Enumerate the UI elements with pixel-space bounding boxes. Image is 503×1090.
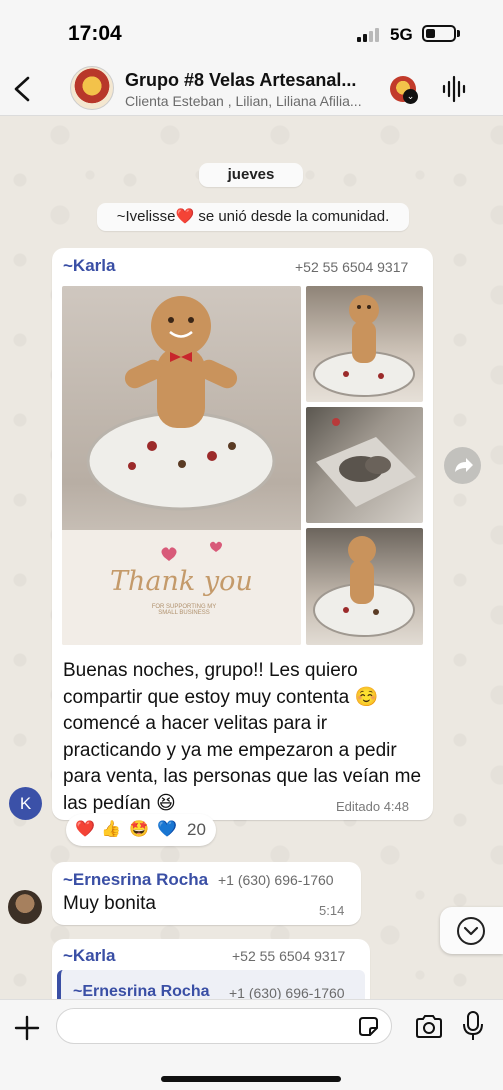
reaction-heart: ❤️ <box>75 821 95 838</box>
sticker-icon <box>359 1017 378 1036</box>
plus-icon <box>14 1015 40 1041</box>
sender-phone: +1 (630) 696-1760 <box>218 872 334 888</box>
camera-icon <box>416 1015 442 1038</box>
message-input[interactable] <box>56 1008 392 1044</box>
reaction-count: 20 <box>187 820 206 839</box>
signal-icon <box>357 27 383 42</box>
attach-button[interactable] <box>13 1014 41 1042</box>
waveform-icon <box>442 75 466 103</box>
reaction-blue-heart: 💙 <box>157 821 177 838</box>
back-button[interactable] <box>10 72 40 106</box>
status-time: 17:04 <box>68 22 122 45</box>
gingerbread-candle-image <box>313 536 415 637</box>
reactions-bar[interactable]: ❤️ 👍 🤩 💙 20 <box>66 814 216 846</box>
forward-button[interactable] <box>444 447 481 484</box>
date-separator: jueves <box>199 163 303 187</box>
chat-header: Grupo #8 Velas Artesanal... Clienta Este… <box>0 62 503 116</box>
message-bubble-karla[interactable]: ~Karla +52 55 6504 9317 Thank you FOR SU… <box>52 248 433 820</box>
message-text: Buenas noches, grupo!! Les quiero compar… <box>63 660 422 814</box>
chevron-down-icon <box>457 917 485 945</box>
sticker-button[interactable] <box>357 1015 380 1038</box>
photo-candle-3[interactable] <box>306 407 423 523</box>
forward-arrow-icon <box>455 458 473 472</box>
status-bar: 17:04 5G <box>0 0 503 62</box>
scroll-to-bottom-button[interactable] <box>440 907 503 954</box>
battery-icon <box>422 25 456 42</box>
camera-button[interactable] <box>414 1013 444 1040</box>
photo-candle-main[interactable]: Thank you FOR SUPPORTING MY SMALL BUSINE… <box>62 286 301 645</box>
sender-name[interactable]: ~Karla <box>63 946 115 966</box>
microphone-icon <box>463 1011 483 1040</box>
sender-name[interactable]: ~Ernesrina Rocha <box>63 870 208 890</box>
group-title[interactable]: Grupo #8 Velas Artesanal... <box>125 70 375 91</box>
battery-cap <box>457 30 460 37</box>
card-subtext: FOR SUPPORTING MY SMALL BUSINESS <box>151 604 217 616</box>
message-bubble-ernesrina[interactable]: ~Ernesrina Rocha +1 (630) 696-1760 Muy b… <box>52 862 361 925</box>
gingerbread-candle-image <box>313 295 415 397</box>
voice-chat-button[interactable] <box>440 74 468 104</box>
microphone-button[interactable] <box>462 1010 484 1042</box>
photo-candle-4[interactable] <box>306 528 423 645</box>
home-indicator <box>161 1076 341 1082</box>
sender-phone: +52 55 6504 9317 <box>232 948 346 964</box>
message-time: 5:14 <box>319 903 345 918</box>
network-label: 5G <box>390 25 413 44</box>
message-time: Editado 4:48 <box>336 799 410 814</box>
community-badge-icon: ⌄ <box>403 89 418 104</box>
chevron-left-icon <box>14 76 30 102</box>
composer-bar <box>0 999 503 1090</box>
message-bubble-karla-reply[interactable]: ~Karla +52 55 6504 9317 ~Ernesrina Rocha… <box>52 939 370 1010</box>
avatar-karla[interactable]: K <box>9 787 42 820</box>
reaction-star-struck: 🤩 <box>129 821 149 838</box>
card-thank-you-text: Thank you <box>110 566 253 597</box>
group-avatar[interactable] <box>70 66 114 110</box>
reaction-thumbs-up: 👍 <box>101 821 121 838</box>
message-text: Muy bonita <box>63 893 156 914</box>
photo-candle-2[interactable] <box>306 286 423 402</box>
join-notice: ~Ivelisse❤️ se unió desde la comunidad. <box>97 203 409 231</box>
avatar-ernesrina[interactable] <box>8 890 42 924</box>
sender-phone: +52 55 6504 9317 <box>295 259 409 275</box>
group-members[interactable]: Clienta Esteban , Lilian, Liliana Afilia… <box>125 93 377 109</box>
candle-box-image <box>316 418 416 507</box>
sender-name[interactable]: ~Karla <box>63 256 115 276</box>
